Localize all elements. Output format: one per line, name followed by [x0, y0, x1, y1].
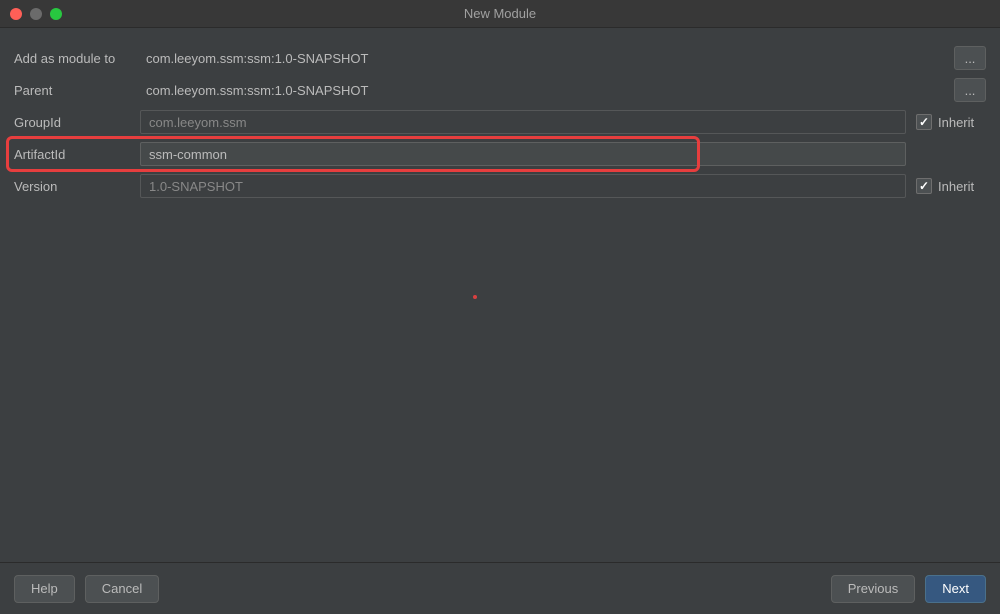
help-button[interactable]: Help — [14, 575, 75, 603]
close-window-button[interactable] — [10, 8, 22, 20]
group-id-row: GroupId Inherit — [14, 106, 986, 138]
version-input[interactable] — [140, 174, 906, 198]
artifact-id-label: ArtifactId — [14, 147, 140, 162]
artifact-id-input[interactable] — [140, 142, 906, 166]
parent-row: Parent com.leeyom.ssm:ssm:1.0-SNAPSHOT .… — [14, 74, 986, 106]
parent-value: com.leeyom.ssm:ssm:1.0-SNAPSHOT — [140, 83, 866, 98]
add-as-module-browse-button[interactable]: ... — [954, 46, 986, 70]
add-as-module-value: com.leeyom.ssm:ssm:1.0-SNAPSHOT — [140, 51, 866, 66]
window-controls — [0, 8, 62, 20]
footer: Help Cancel Previous Next — [0, 562, 1000, 614]
group-id-inherit-checkbox[interactable] — [916, 114, 932, 130]
group-id-inherit-label: Inherit — [938, 115, 974, 130]
footer-right: Previous Next — [831, 575, 986, 603]
version-row: Version Inherit — [14, 170, 986, 202]
version-inherit-label: Inherit — [938, 179, 974, 194]
previous-button[interactable]: Previous — [831, 575, 916, 603]
group-id-inherit: Inherit — [916, 114, 986, 130]
version-inherit: Inherit — [916, 178, 986, 194]
minimize-window-button — [30, 8, 42, 20]
form-content: Add as module to com.leeyom.ssm:ssm:1.0-… — [0, 28, 1000, 202]
maximize-window-button[interactable] — [50, 8, 62, 20]
next-button[interactable]: Next — [925, 575, 986, 603]
titlebar: New Module — [0, 0, 1000, 28]
red-dot-annotation — [473, 295, 477, 299]
add-as-module-row: Add as module to com.leeyom.ssm:ssm:1.0-… — [14, 42, 986, 74]
parent-browse-button[interactable]: ... — [954, 78, 986, 102]
parent-label: Parent — [14, 83, 140, 98]
add-as-module-label: Add as module to — [14, 51, 140, 66]
version-label: Version — [14, 179, 140, 194]
cancel-button[interactable]: Cancel — [85, 575, 159, 603]
group-id-label: GroupId — [14, 115, 140, 130]
window-title: New Module — [0, 6, 1000, 21]
artifact-id-row: ArtifactId — [14, 138, 986, 170]
version-inherit-checkbox[interactable] — [916, 178, 932, 194]
footer-left: Help Cancel — [14, 575, 159, 603]
group-id-input[interactable] — [140, 110, 906, 134]
